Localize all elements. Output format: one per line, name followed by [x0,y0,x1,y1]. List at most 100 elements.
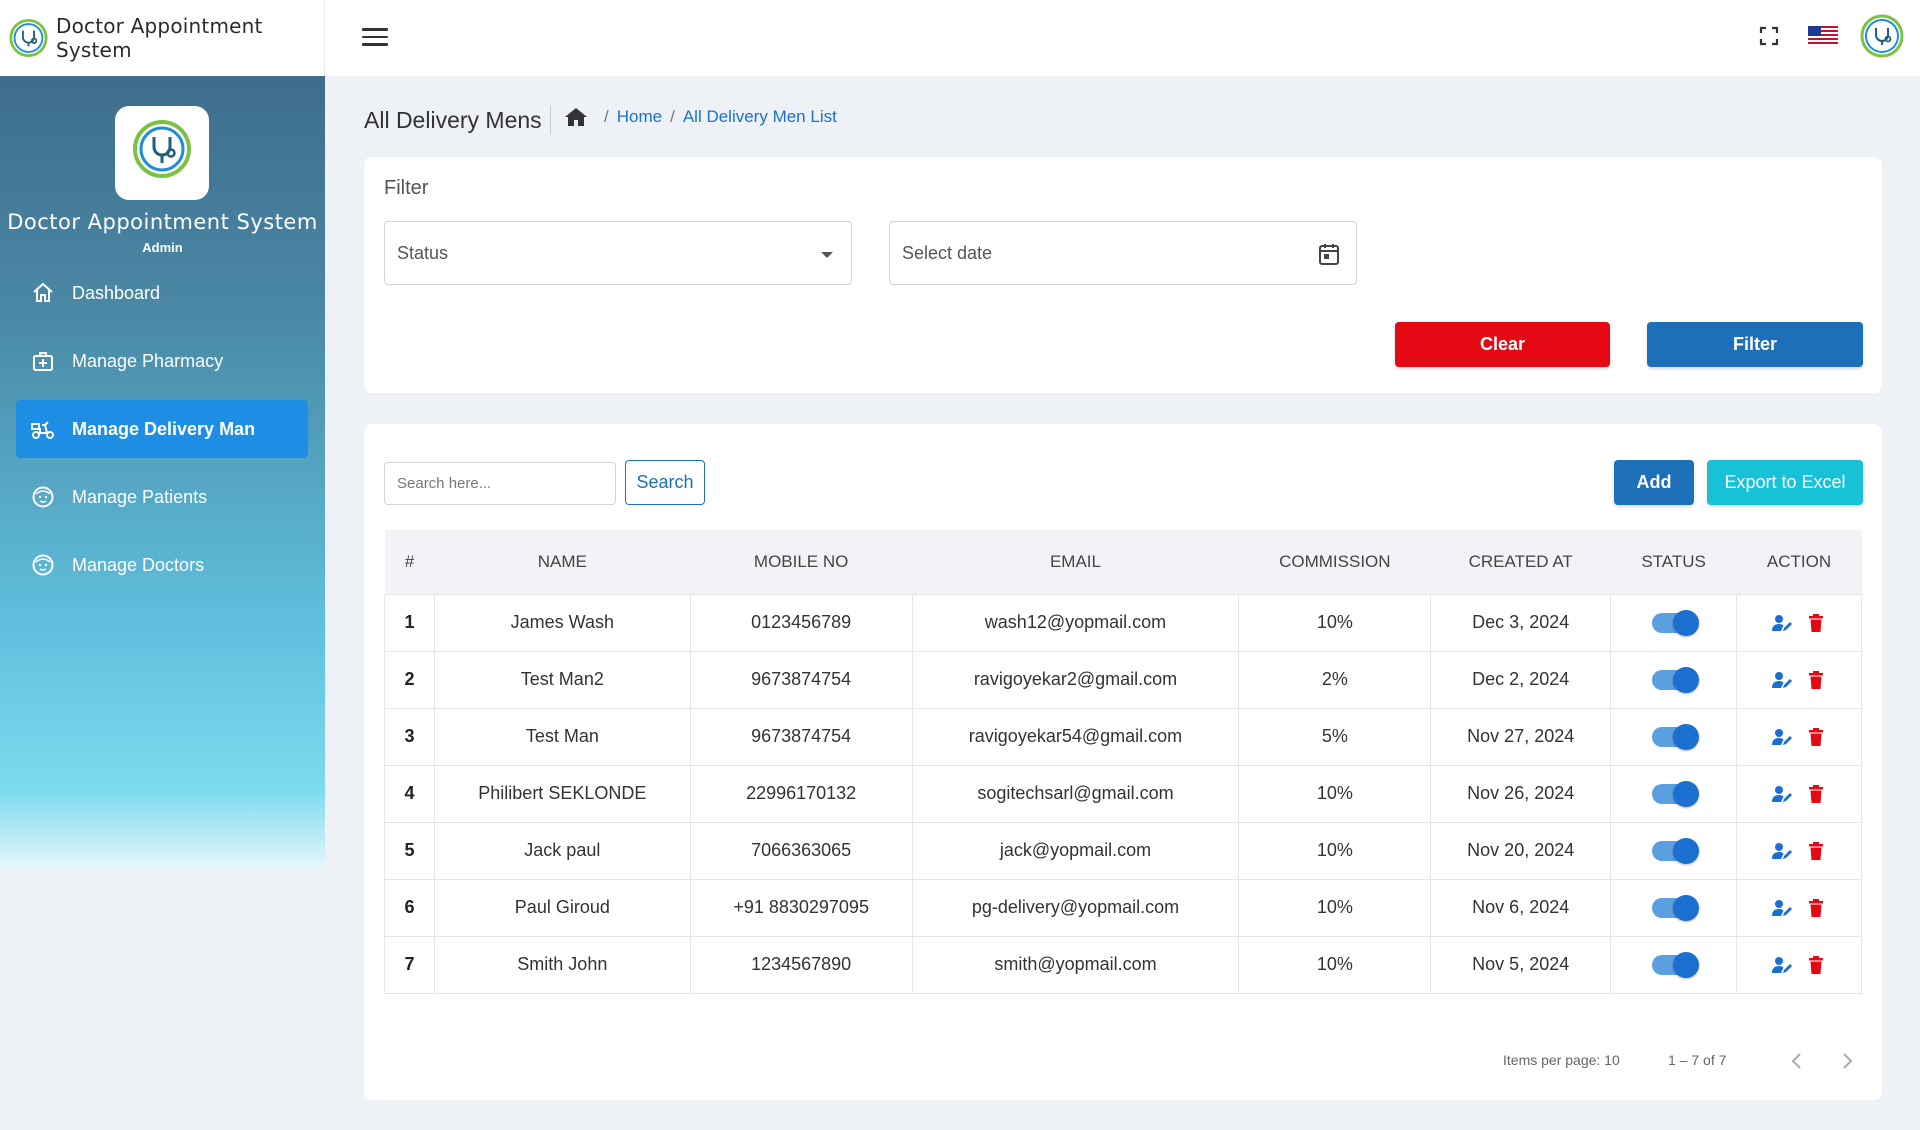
home-icon[interactable] [564,106,588,128]
sidebar-item-label: Manage Delivery Man [72,418,256,439]
column-header[interactable]: EMAIL [912,530,1239,594]
delivery-scooter-icon [30,416,56,442]
status-toggle[interactable] [1651,895,1699,922]
edit-user-icon[interactable] [1771,726,1793,748]
edit-user-icon[interactable] [1771,840,1793,862]
sidebar-item-pharmacy[interactable]: Manage Pharmacy [16,332,308,390]
sidebar-item-patients[interactable]: Manage Patients [16,468,308,526]
status-toggle[interactable] [1651,838,1699,865]
toggle-knob [1672,838,1699,865]
sidebar-role: Admin [142,240,183,255]
search-input[interactable] [384,462,616,505]
menu-toggle-icon[interactable] [362,28,388,50]
status-toggle[interactable] [1651,952,1699,979]
cell-num: 5 [384,821,435,880]
toggle-knob [1672,724,1699,751]
filter-button[interactable]: Filter [1647,322,1863,367]
cell-mobile: 0123456789 [689,593,913,652]
table-row: 3 Test Man 9673874754 ravigoyekar54@gmail.c… [384,707,1862,766]
column-header[interactable]: # [385,530,435,594]
table-row: 4 Philibert SEKLONDE 22996170132 sogitechsa… [384,764,1862,823]
sidebar-item-label: Manage Patients [72,486,208,507]
sidebar-logo [115,106,209,200]
table-row: 6 Paul Giroud +91 8830297095 pg-delivery@yo… [384,878,1862,937]
us-flag-icon[interactable] [1808,26,1838,46]
toggle-knob [1672,895,1699,922]
cell-action [1736,764,1862,823]
sidebar-item-delivery-man[interactable]: Manage Delivery Man [16,400,308,458]
cell-mobile: 9673874754 [689,707,913,766]
fullscreen-icon[interactable] [1758,25,1780,47]
table-header-row: # NAME MOBILE NO EMAIL COMMISSION CREATE… [384,530,1862,594]
cell-commission: 10% [1238,878,1432,937]
delete-icon[interactable] [1805,669,1827,691]
cell-commission: 5% [1238,707,1432,766]
edit-user-icon[interactable] [1771,954,1793,976]
delete-icon[interactable] [1805,783,1827,805]
add-button[interactable]: Add [1614,460,1694,505]
cell-num: 6 [384,878,435,937]
sidebar-item-label: Manage Doctors [72,554,205,575]
edit-user-icon[interactable] [1771,897,1793,919]
edit-user-icon[interactable] [1771,612,1793,634]
delete-icon[interactable] [1805,726,1827,748]
search-button[interactable]: Search [625,460,705,505]
cell-status [1610,878,1738,937]
sidebar-nav: Dashboard Manage Pharmacy Manage Deliver… [16,264,308,604]
brand[interactable]: Doctor Appointment System [0,0,325,76]
date-picker-placeholder: Select date [902,242,993,263]
cell-name: James Wash [433,593,691,652]
status-select[interactable]: Status [384,221,852,285]
cell-status [1610,764,1738,823]
user-avatar[interactable] [1860,14,1904,58]
breadcrumb-home-link[interactable]: Home [617,107,662,127]
cell-created: Nov 26, 2024 [1430,764,1612,823]
export-excel-button[interactable]: Export to Excel [1707,460,1863,505]
breadcrumb: / Home / All Delivery Men List [552,106,837,128]
cell-commission: 10% [1238,593,1432,652]
breadcrumb-divider [550,105,551,135]
status-toggle[interactable] [1651,610,1699,637]
cell-email: sogitechsarl@gmail.com [911,764,1240,823]
clear-button[interactable]: Clear [1395,322,1610,367]
column-header[interactable]: CREATED AT [1431,530,1611,594]
table-card: Search Add Export to Excel # NAME MOBILE… [364,424,1882,1100]
page-range: 1 – 7 of 7 [1668,1052,1727,1068]
sidebar-item-doctors[interactable]: Manage Doctors [16,536,308,594]
cell-name: Philibert SEKLONDE [433,764,691,823]
delete-icon[interactable] [1805,840,1827,862]
edit-user-icon[interactable] [1771,669,1793,691]
cell-commission: 10% [1238,935,1432,994]
medical-kit-icon [30,348,56,374]
sidebar-item-dashboard[interactable]: Dashboard [16,264,308,322]
breadcrumb-current[interactable]: All Delivery Men List [683,107,837,127]
column-header[interactable]: NAME [434,530,690,594]
cell-action [1736,707,1862,766]
items-per-page[interactable]: Items per page: 10 [1503,1052,1620,1068]
delete-icon[interactable] [1805,897,1827,919]
cell-email: pg-delivery@yopmail.com [911,878,1240,937]
chevron-left-icon[interactable] [1786,1050,1808,1072]
calendar-icon[interactable] [1318,242,1340,266]
cell-email: smith@yopmail.com [911,935,1240,994]
status-toggle[interactable] [1651,781,1699,808]
cell-status [1610,935,1738,994]
column-header[interactable]: STATUS [1611,530,1737,594]
breadcrumb-separator: / [604,107,609,126]
status-toggle[interactable] [1651,667,1699,694]
date-picker[interactable]: Select date [889,221,1357,285]
chevron-right-icon[interactable] [1836,1050,1858,1072]
home-icon [30,280,56,306]
delete-icon[interactable] [1805,954,1827,976]
column-header[interactable]: ACTION [1737,530,1862,594]
cell-num: 7 [384,935,435,994]
status-toggle[interactable] [1651,724,1699,751]
edit-user-icon[interactable] [1771,783,1793,805]
column-header[interactable]: MOBILE NO [690,530,912,594]
delete-icon[interactable] [1805,612,1827,634]
delivery-men-table: # NAME MOBILE NO EMAIL COMMISSION CREATE… [384,530,1862,994]
status-select-placeholder: Status [397,242,449,263]
table-row: 1 James Wash 0123456789 wash12@yopmail.com 1… [384,593,1862,652]
column-header[interactable]: COMMISSION [1239,530,1431,594]
cell-email: ravigoyekar2@gmail.com [911,650,1240,709]
